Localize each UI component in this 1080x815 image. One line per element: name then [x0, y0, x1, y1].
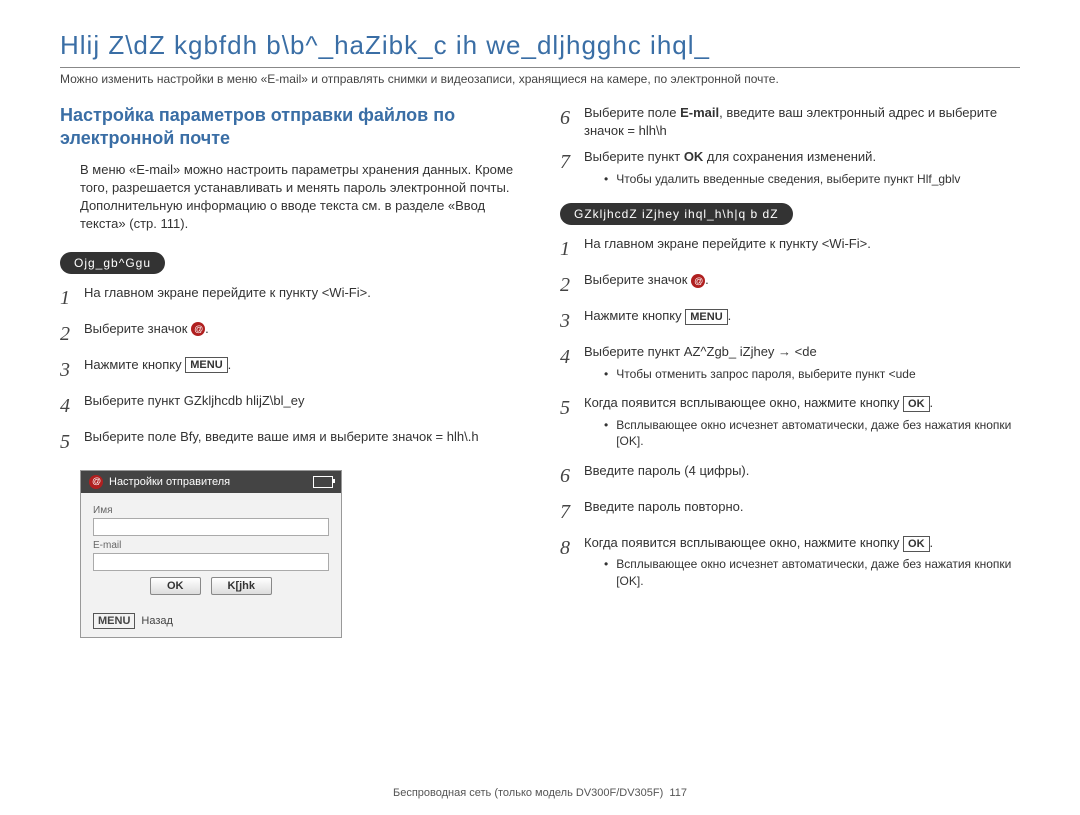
device-title: Настройки отправителя [109, 476, 307, 488]
step-body: Выберите пункт OK для сохранения изменен… [584, 148, 1020, 191]
step-body: Выберите поле E-mail, введите ваш электр… [584, 104, 1020, 140]
t: Выберите пункт AZ^Zgb_ iZjhey → <de [584, 344, 817, 359]
intro-text: Можно изменить настройки в меню «E-mail»… [60, 72, 1020, 86]
t: Выберите пункт [584, 149, 684, 164]
menu-button-label: MENU [93, 613, 135, 629]
bullet: Всплывающее окно исчезнет автоматически,… [616, 556, 1020, 590]
step-body: Когда появится всплывающее окно, нажмите… [584, 394, 1020, 454]
right-top-steps: 6Выберите поле E-mail, введите ваш элект… [560, 104, 1020, 191]
t: Выберите поле [584, 105, 680, 120]
t: . [930, 535, 934, 550]
name-input[interactable] [93, 518, 329, 536]
right-steps: 1На главном экране перейдите к пункту <W… [560, 235, 1020, 594]
ok-button[interactable]: OK [150, 577, 201, 595]
footer-text: Беспроводная сеть (только модель DV300F/… [393, 787, 663, 799]
subsection-pill: GZkljhcdZ iZjhey ihql_h\h|q b dZ [560, 203, 793, 225]
step-text: . [205, 321, 209, 336]
step-num: 2 [60, 320, 84, 348]
left-steps: 1На главном экране перейдите к пункту <W… [60, 284, 520, 456]
step-text: Нажмите кнопку [84, 357, 185, 372]
page-footer: Беспроводная сеть (только модель DV300F/… [0, 787, 1080, 799]
t: . [705, 272, 709, 287]
step-num: 5 [560, 394, 584, 422]
reset-button[interactable]: K[jhk [211, 577, 273, 595]
step-body: На главном экране перейдите к пункту <Wi… [584, 235, 1020, 253]
step-body: Введите пароль (4 цифры). [584, 462, 1020, 480]
email-icon [191, 322, 205, 336]
step-num: 2 [560, 271, 584, 299]
ok-button-label: OK [903, 396, 930, 412]
section-paragraph: В меню «E-mail» можно настроить параметр… [60, 161, 520, 234]
bullet: Чтобы удалить введенные сведения, выбери… [616, 171, 960, 188]
step-num: 4 [560, 343, 584, 371]
step-text: Выберите значок [84, 321, 191, 336]
step-body: Выберите поле Bfy, введите ваше имя и вы… [84, 428, 520, 446]
step-body: Когда появится всплывающее окно, нажмите… [584, 534, 1020, 594]
right-column: 6Выберите поле E-mail, введите ваш элект… [560, 104, 1020, 638]
step-num: 5 [60, 428, 84, 456]
step-body: Нажмите кнопку MENU. [584, 307, 1020, 325]
t: Когда появится всплывающее окно, нажмите… [584, 395, 903, 410]
step-body: Выберите значок . [584, 271, 1020, 289]
page-title: Hlij Z\dZ kgbfdh b\b^_haZibk_c ih we_dlj… [60, 30, 1020, 61]
step-num: 4 [60, 392, 84, 420]
t: Выберите значок [584, 272, 691, 287]
step-num: 3 [560, 307, 584, 335]
t: E-mail [680, 105, 719, 120]
step-body: На главном экране перейдите к пункту <Wi… [84, 284, 520, 302]
step-body: Выберите значок . [84, 320, 520, 338]
menu-button-label: MENU [185, 357, 227, 373]
step-num: 1 [60, 284, 84, 312]
step-num: 8 [560, 534, 584, 562]
step-num: 6 [560, 104, 584, 132]
step-text: . [228, 357, 232, 372]
step-num: 7 [560, 148, 584, 176]
back-label: Назад [141, 615, 173, 627]
title-divider [60, 67, 1020, 68]
t: OK [684, 149, 704, 164]
t: . [728, 308, 732, 323]
email-label: E-mail [93, 540, 329, 551]
device-header: Настройки отправителя [81, 471, 341, 493]
email-icon [691, 274, 705, 288]
step-num: 1 [560, 235, 584, 263]
section-title: Настройка параметров отправки файлов по … [60, 104, 520, 151]
name-label: Имя [93, 505, 329, 516]
email-icon [89, 475, 103, 489]
battery-icon [313, 476, 333, 488]
t: . [930, 395, 934, 410]
bullet: Всплывающее окно исчезнет автоматически,… [616, 417, 1020, 451]
step-num: 3 [60, 356, 84, 384]
step-body: Выберите пункт AZ^Zgb_ iZjhey → <de Чтоб… [584, 343, 1020, 386]
step-num: 6 [560, 462, 584, 490]
menu-button-label: MENU [685, 309, 727, 325]
step-body: Нажмите кнопку MENU. [84, 356, 520, 374]
t: Когда появится всплывающее окно, нажмите… [584, 535, 903, 550]
t: для сохранения изменений. [703, 149, 876, 164]
page-number: 117 [669, 787, 687, 799]
email-input[interactable] [93, 553, 329, 571]
bullet: Чтобы отменить запрос пароля, выберите п… [616, 366, 915, 383]
device-preview: Настройки отправителя Имя E-mail OK K[jh… [80, 470, 342, 638]
t: Нажмите кнопку [584, 308, 685, 323]
left-column: Настройка параметров отправки файлов по … [60, 104, 520, 638]
subsection-pill: Ojg_gb^Ggu [60, 252, 165, 274]
step-num: 7 [560, 498, 584, 526]
step-body: Выберите пункт GZkljhcdb hlijZ\bl_ey [84, 392, 520, 410]
ok-button-label: OK [903, 536, 930, 552]
step-body: Введите пароль повторно. [584, 498, 1020, 516]
